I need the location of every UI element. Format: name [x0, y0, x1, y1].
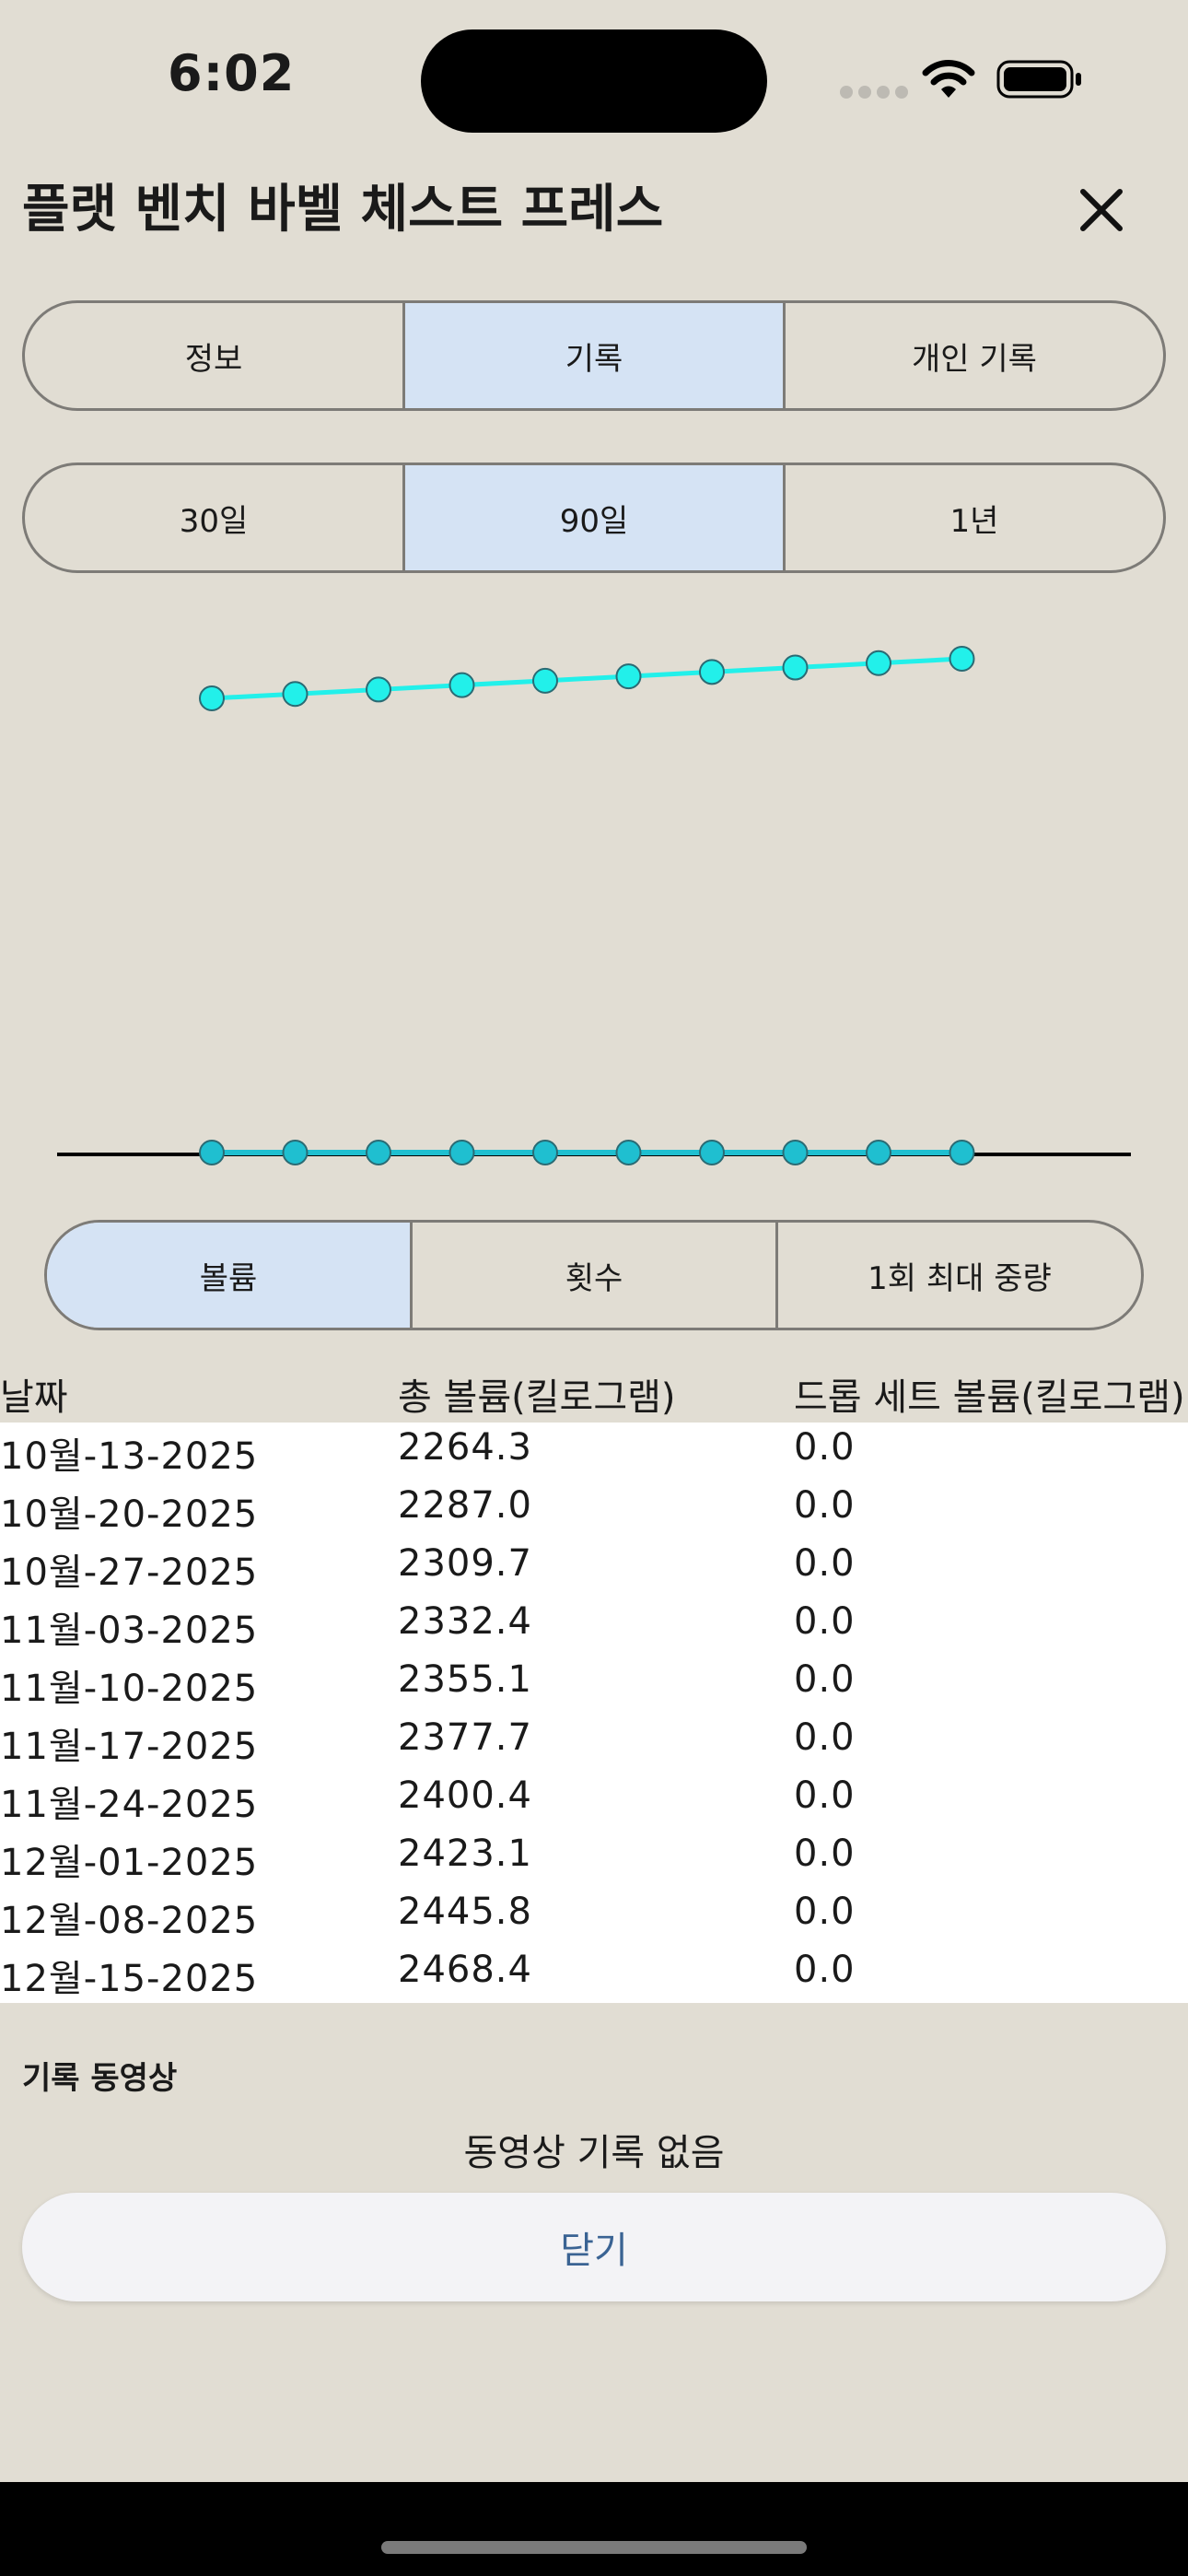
cell-total-volume: 2423.1: [398, 1832, 532, 1875]
range-1-year[interactable]: 1년: [786, 465, 1163, 570]
cell-total-volume: 2445.8: [398, 1891, 532, 1933]
data-point-0-5: [615, 663, 642, 690]
cell-total-volume: 2309.7: [398, 1542, 532, 1585]
cell-date: 12월-08-2025: [0, 1900, 259, 1942]
data-point-0-6: [699, 659, 725, 685]
data-point-1-5: [615, 1140, 642, 1165]
data-point-0-3: [448, 672, 475, 698]
metric-reps[interactable]: 횟수: [413, 1223, 778, 1328]
cell-drop-set-volume: 0.0: [794, 1484, 856, 1527]
table-body: 10월-13-2025 2264.3 0.0 10월-20-2025 2287.0 0.0…: [0, 1423, 1188, 2003]
data-point-1-1: [282, 1140, 309, 1165]
data-point-1-6: [699, 1140, 725, 1165]
bottom-bar: [0, 2482, 1188, 2576]
video-section-heading: 기록 동영상: [22, 2060, 178, 2097]
cell-date: 10월-20-2025: [0, 1493, 259, 1536]
data-point-0-2: [366, 676, 391, 703]
table-row: 10월-20-2025 2287.0 0.0: [0, 1481, 1188, 1539]
tab-segmented-control: 정보 기록 개인 기록: [22, 300, 1166, 411]
cell-total-volume: 2468.4: [398, 1949, 532, 1991]
cell-drop-set-volume: 0.0: [794, 1949, 856, 1991]
page-title: 플랫 벤치 바벨 체스트 프레스: [22, 180, 664, 240]
cell-total-volume: 2377.7: [398, 1716, 532, 1759]
data-point-1-2: [366, 1140, 391, 1165]
cell-drop-set-volume: 0.0: [794, 1600, 856, 1643]
data-point-0-0: [199, 685, 225, 711]
table-row: 11월-24-2025 2400.4 0.0: [0, 1771, 1188, 1829]
table-row: 11월-17-2025 2377.7 0.0: [0, 1713, 1188, 1771]
data-point-0-9: [949, 646, 975, 672]
data-point-1-9: [949, 1140, 975, 1165]
data-point-0-8: [866, 650, 891, 676]
range-segmented-control: 30일 90일 1년: [22, 463, 1166, 573]
close-button[interactable]: 닫기: [22, 2193, 1166, 2301]
cell-date: 11월-17-2025: [0, 1726, 259, 1768]
wifi-icon: [922, 60, 975, 98]
column-header-date: 날짜: [0, 1376, 68, 1419]
status-time: 6:02: [168, 44, 296, 102]
cell-drop-set-volume: 0.0: [794, 1658, 856, 1701]
cell-date: 10월-13-2025: [0, 1435, 259, 1478]
cell-date: 12월-01-2025: [0, 1842, 259, 1884]
signal-icon: [840, 85, 914, 102]
volume-line-chart: [57, 646, 1131, 1165]
tab-history[interactable]: 기록: [405, 303, 786, 408]
battery-icon: [996, 60, 1081, 99]
table-row: 12월-01-2025 2423.1 0.0: [0, 1829, 1188, 1887]
cell-total-volume: 2287.0: [398, 1484, 532, 1527]
cell-date: 11월-24-2025: [0, 1784, 259, 1826]
metric-volume[interactable]: 볼륨: [47, 1223, 413, 1328]
cell-date: 11월-10-2025: [0, 1668, 259, 1710]
cell-drop-set-volume: 0.0: [794, 1716, 856, 1759]
table-row: 10월-27-2025 2309.7 0.0: [0, 1539, 1188, 1597]
close-icon[interactable]: [1068, 177, 1135, 243]
table-row: 11월-03-2025 2332.4 0.0: [0, 1597, 1188, 1655]
cell-date: 11월-03-2025: [0, 1610, 259, 1652]
cell-date: 10월-27-2025: [0, 1551, 259, 1594]
data-point-1-3: [448, 1140, 475, 1165]
table-row: 10월-13-2025 2264.3 0.0: [0, 1423, 1188, 1481]
cell-drop-set-volume: 0.0: [794, 1891, 856, 1933]
cell-drop-set-volume: 0.0: [794, 1426, 856, 1469]
table-row: 11월-10-2025 2355.1 0.0: [0, 1655, 1188, 1713]
tab-personal-records[interactable]: 개인 기록: [786, 303, 1163, 408]
metric-one-rep-max[interactable]: 1회 최대 중량: [778, 1223, 1141, 1328]
cell-total-volume: 2332.4: [398, 1600, 532, 1643]
table-row: 12월-08-2025 2445.8 0.0: [0, 1887, 1188, 1945]
metric-segmented-control: 볼륨 횟수 1회 최대 중량: [44, 1220, 1144, 1330]
data-point-0-4: [532, 667, 558, 694]
column-header-total-volume: 총 볼륨(킬로그램): [398, 1376, 676, 1419]
cell-total-volume: 2400.4: [398, 1774, 532, 1817]
cell-drop-set-volume: 0.0: [794, 1542, 856, 1585]
series-line-0: [211, 656, 962, 701]
dynamic-island: [421, 29, 767, 133]
cell-drop-set-volume: 0.0: [794, 1832, 856, 1875]
home-indicator[interactable]: [381, 2541, 807, 2554]
data-point-1-7: [782, 1140, 809, 1165]
range-30-days[interactable]: 30일: [25, 465, 405, 570]
range-90-days[interactable]: 90일: [405, 465, 786, 570]
data-point-0-7: [782, 654, 809, 681]
data-point-1-0: [199, 1140, 225, 1165]
data-point-1-8: [866, 1140, 891, 1165]
cell-date: 12월-15-2025: [0, 1958, 259, 2000]
cell-drop-set-volume: 0.0: [794, 1774, 856, 1817]
column-header-drop-set-volume: 드롭 세트 볼륨(킬로그램): [794, 1376, 1185, 1419]
table-header: 날짜 총 볼륨(킬로그램) 드롭 세트 볼륨(킬로그램): [0, 1360, 1188, 1424]
cell-total-volume: 2355.1: [398, 1658, 532, 1701]
table-row: 12월-15-2025 2468.4 0.0: [0, 1945, 1188, 2003]
cell-total-volume: 2264.3: [398, 1426, 532, 1469]
data-point-0-1: [282, 681, 309, 708]
tab-info[interactable]: 정보: [25, 303, 405, 408]
video-empty-message: 동영상 기록 없음: [463, 2132, 725, 2174]
data-point-1-4: [532, 1140, 558, 1165]
